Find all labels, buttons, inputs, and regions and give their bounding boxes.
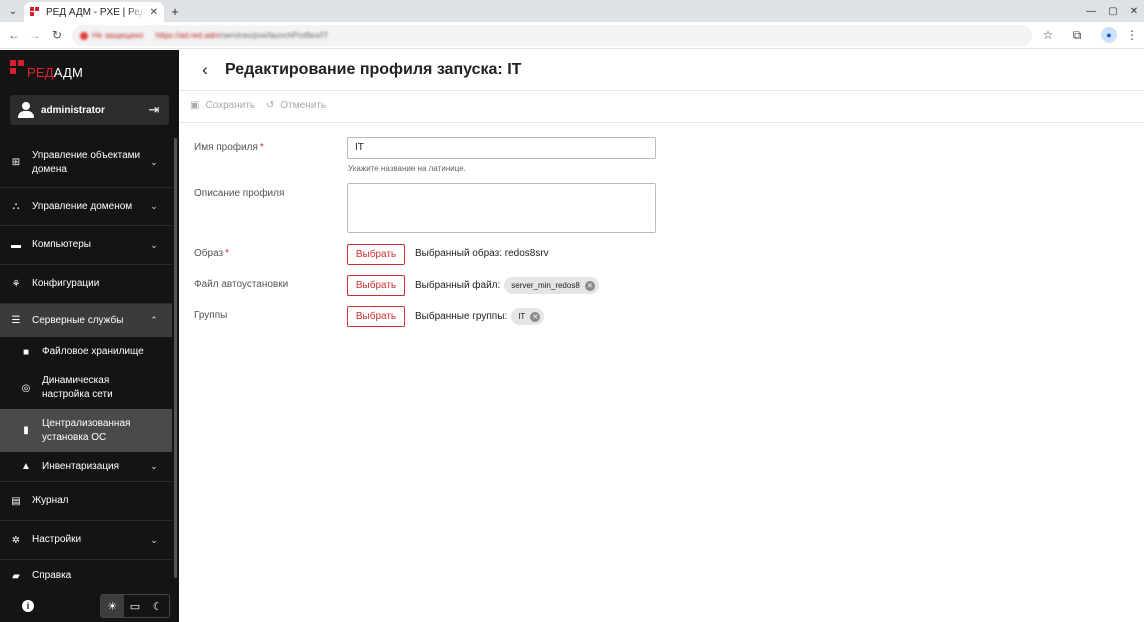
- extensions-icon[interactable]: ⧉: [1069, 27, 1085, 43]
- browser-menu-icon[interactable]: ⋮: [1124, 27, 1140, 43]
- theme-switch: ☀ ▭ ☾: [100, 594, 170, 618]
- logo-text-white: АДМ: [53, 65, 84, 80]
- inventory-icon: ▲: [21, 461, 31, 472]
- tab-close-icon[interactable]: ✕: [150, 7, 158, 18]
- sidebar-item-computers[interactable]: ▬ Компьютеры ⌄: [0, 226, 172, 265]
- dark-theme-icon[interactable]: ☾: [146, 595, 169, 617]
- page-header: ‹ Редактирование профиля запуска: IT: [179, 50, 1144, 91]
- image-selected-value: redos8srv: [504, 248, 549, 259]
- chevron-down-icon: ⌄: [150, 157, 158, 167]
- floppy-disk-icon: ▣: [190, 100, 200, 111]
- chip-remove-icon[interactable]: ✕: [584, 280, 595, 291]
- info-icon[interactable]: i: [22, 600, 34, 612]
- sidebar-item-file-storage[interactable]: ■ Файловое хранилище: [0, 337, 172, 367]
- autoinstall-select-button[interactable]: Выбрать: [347, 275, 405, 296]
- chip-remove-icon[interactable]: ✕: [530, 311, 541, 322]
- forward-arrow-icon[interactable]: →: [27, 27, 43, 43]
- profile-name-hint: Укажите название на латинице.: [348, 164, 466, 173]
- journal-icon: ▤: [11, 495, 21, 507]
- sidebar-footer: i ☀ ▭ ☾: [0, 590, 179, 622]
- logo-mark-icon: [10, 60, 24, 74]
- bookmark-star-icon[interactable]: ☆: [1040, 27, 1056, 43]
- save-button[interactable]: ▣ Сохранить: [190, 100, 255, 111]
- maximize-icon[interactable]: ▢: [1105, 3, 1121, 19]
- profile-name-input[interactable]: IT: [347, 137, 656, 159]
- close-window-icon[interactable]: ✕: [1126, 3, 1142, 19]
- autoinstall-selected: Выбранный файл: server_min_redos8 ✕: [415, 275, 599, 296]
- logo-text-red: РЕД: [27, 65, 54, 80]
- light-theme-icon[interactable]: ☀: [101, 595, 124, 617]
- gear-icon: ✲: [11, 534, 21, 546]
- profile-description-textarea[interactable]: [347, 183, 656, 233]
- groups-select-button[interactable]: Выбрать: [347, 306, 405, 327]
- chevron-down-icon: ⌄: [150, 461, 158, 471]
- sidebar-item-inventory[interactable]: ▲ Инвентаризация ⌄: [0, 452, 172, 482]
- sidebar-item-domain-objects[interactable]: ⊞ Управление объектами домена ⌄: [0, 138, 172, 188]
- main-content: ‹ Редактирование профиля запуска: IT ▣ С…: [179, 50, 1144, 622]
- autoinstall-label: Файл автоустановки: [194, 279, 289, 290]
- sidebar-item-os-install[interactable]: ▮ Централизованная установка ОС: [0, 409, 172, 452]
- sidebar: РЕДАДМ administrator ⇥ ⊞ Управление объе…: [0, 50, 179, 622]
- tab-search-icon[interactable]: ⌄: [6, 4, 20, 18]
- url-text: https://ad.red.adm/services/pxe/launchPr…: [155, 31, 329, 40]
- domain-tree-icon: ⛬: [12, 201, 20, 212]
- cancel-button[interactable]: ↺ Отменить: [266, 100, 326, 111]
- sidebar-item-configurations[interactable]: ⚘ Конфигурации: [0, 265, 172, 304]
- browser-tab-bar: ⌄ РЕД АДМ - PXE | Редактирование профиля…: [0, 0, 1144, 22]
- action-bar: ▣ Сохранить ↺ Отменить: [179, 91, 1144, 123]
- profile-icon[interactable]: ●: [1101, 27, 1117, 43]
- tab-title: РЕД АДМ - PXE | Редактирование профиля з…: [46, 6, 146, 18]
- chevron-up-icon: ⌃: [150, 315, 158, 325]
- back-arrow-icon[interactable]: ←: [6, 27, 22, 43]
- address-bar[interactable]: Не защищено https://ad.red.adm/services/…: [72, 25, 1032, 46]
- server-list-icon: ☰: [11, 315, 21, 326]
- profile-name-label: Имя профиля *: [194, 142, 264, 153]
- page-title: Редактирование профиля запуска: IT: [225, 61, 522, 78]
- sidebar-item-dhcp[interactable]: ◎ Динамическая настройка сети: [0, 367, 172, 409]
- group-chip: IT ✕: [511, 308, 545, 325]
- back-chevron-icon[interactable]: ‹: [197, 60, 213, 79]
- security-chip[interactable]: Не защищено: [80, 31, 143, 40]
- groups-selected: Выбранные группы: IT ✕: [415, 306, 545, 327]
- sidebar-item-settings[interactable]: ✲ Настройки ⌄: [0, 521, 172, 560]
- image-select-button[interactable]: Выбрать: [347, 244, 405, 265]
- autoinstall-chip: server_min_redos8 ✕: [504, 277, 599, 294]
- reload-icon[interactable]: ↻: [49, 27, 65, 43]
- warning-icon: [80, 31, 88, 40]
- chevron-down-icon: ⌄: [150, 239, 158, 250]
- profile-description-label: Описание профиля: [194, 188, 285, 199]
- sidebar-item-server-services[interactable]: ☰ Серверные службы ⌃: [0, 304, 172, 337]
- groups-label: Группы: [194, 310, 228, 321]
- network-signal-icon: ◎: [21, 382, 31, 394]
- laptop-theme-icon[interactable]: ▭: [124, 595, 147, 617]
- chevron-down-icon: ⌄: [150, 534, 158, 545]
- image-selected: Выбранный образ: redos8srv: [415, 248, 549, 259]
- browser-tab[interactable]: РЕД АДМ - PXE | Редактирование профиля з…: [24, 2, 164, 22]
- minimize-icon[interactable]: —: [1083, 3, 1099, 19]
- user-panel: administrator ⇥: [10, 95, 169, 125]
- new-tab-button[interactable]: +: [168, 3, 182, 19]
- user-icon: [18, 102, 34, 118]
- image-label: Образ *: [194, 248, 230, 259]
- book-icon: ▰: [12, 570, 20, 582]
- logout-icon[interactable]: ⇥: [147, 102, 161, 117]
- favicon-icon: [30, 7, 40, 17]
- logo: РЕДАДМ: [10, 60, 83, 86]
- sidebar-item-domain[interactable]: ⛬ Управление доменом ⌄: [0, 188, 172, 226]
- browser-toolbar: ← → ↻ Не защищено https://ad.red.adm/ser…: [0, 22, 1144, 49]
- chevron-down-icon: ⌄: [150, 201, 158, 211]
- os-install-icon: ▮: [23, 425, 29, 436]
- user-name: administrator: [41, 104, 105, 116]
- history-icon: ↺: [266, 100, 275, 111]
- sidebar-scrollbar[interactable]: [174, 138, 177, 578]
- configuration-icon: ⚘: [11, 278, 21, 290]
- folder-icon: ■: [22, 346, 30, 358]
- monitor-icon: ▬: [11, 239, 21, 251]
- domain-objects-icon: ⊞: [11, 157, 21, 168]
- sidebar-item-journal[interactable]: ▤ Журнал: [0, 482, 172, 521]
- sidebar-item-help[interactable]: ▰ Справка: [0, 560, 172, 592]
